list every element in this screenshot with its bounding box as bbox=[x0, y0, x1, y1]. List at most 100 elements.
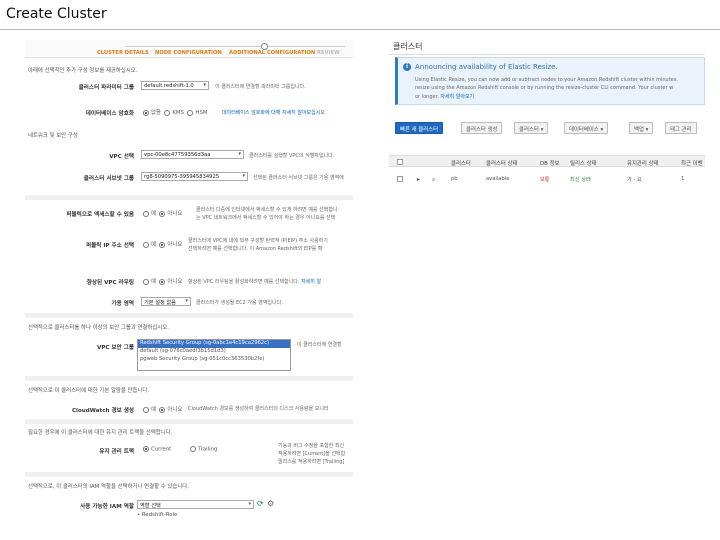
column-cluster[interactable]: 클러스터 bbox=[451, 159, 471, 167]
maintenance-current-radio[interactable] bbox=[143, 446, 149, 452]
cloudwatch-no-label: 아니요 bbox=[167, 407, 183, 413]
chevron-down-icon: ▾ bbox=[248, 501, 251, 507]
iam-intro: 선택적으로, 이 클러스터의 IAM 역할을 선택하거나 연결할 수 있습니다. bbox=[28, 484, 189, 490]
public-ip-help-2: 선택하려면 예를 선택합니다. 이 Amazon Redshift의 EIP를 … bbox=[188, 246, 323, 252]
cluster-menu-button[interactable]: 클러스터 ▾ bbox=[514, 122, 549, 134]
vpc-security-group-label: VPC 보안 그룹 bbox=[96, 345, 134, 351]
section-divider bbox=[25, 195, 353, 200]
enhanced-vpc-yes-radio[interactable] bbox=[143, 278, 149, 285]
maintenance-track-radio-group[interactable]: Current Trailing bbox=[143, 446, 217, 453]
refresh-icon[interactable]: ⟳ bbox=[257, 499, 264, 508]
cloudwatch-no-radio[interactable] bbox=[159, 406, 166, 413]
step-review[interactable]: REVIEW bbox=[317, 50, 340, 56]
select-all-checkbox[interactable] bbox=[397, 159, 403, 165]
step-progress-line bbox=[125, 46, 345, 47]
availability-zone-help: 클러스터가 생성될 EC2 가용 영역입니다. bbox=[196, 300, 283, 306]
param-group-select[interactable]: default.redshift-1.0 ▾ bbox=[141, 81, 209, 90]
iam-roles-label: 사용 가능한 IAM 역할 bbox=[80, 504, 134, 510]
enhanced-vpc-learn-more-link[interactable]: 자세히 알 bbox=[301, 279, 321, 285]
security-group-option[interactable]: default (sg-076c0aedf3b15d1d3) bbox=[138, 348, 290, 356]
public-ip-help-1: 클러스터에 VPC에 내에 외부 구성할 탄력적 IP(EIP) 주소 사용하기 bbox=[188, 238, 328, 244]
publicly-accessible-yes-label: 예 bbox=[151, 211, 156, 217]
encryption-hsm-radio[interactable] bbox=[187, 109, 194, 116]
row-checkbox[interactable] bbox=[397, 176, 403, 182]
encryption-label: 데이터베이스 암호화 bbox=[85, 111, 134, 117]
iam-roles-select[interactable]: 역할 선택 ▾ bbox=[137, 500, 254, 509]
elastic-resize-banner: i Announcing availability of Elastic Res… bbox=[395, 57, 705, 105]
maintenance-help-1: 기능과 버그 수정을 포함한 최신 bbox=[278, 443, 345, 449]
column-db-info[interactable]: DB 정보 bbox=[540, 159, 559, 167]
encryption-none-radio[interactable] bbox=[143, 109, 149, 116]
maintenance-help-3: 릴리스를 적용하려면 [Trailing] bbox=[278, 459, 345, 465]
chevron-down-icon: ▾ bbox=[242, 173, 245, 179]
publicly-accessible-no-radio[interactable] bbox=[159, 210, 166, 217]
vpc-help: 클러스터를 실행할 VPC의 식별자입니다. bbox=[249, 153, 335, 159]
public-ip-no-radio[interactable] bbox=[159, 241, 166, 248]
cluster-menu-label: 클러스터 bbox=[519, 127, 539, 133]
iam-role-item[interactable]: • Redshift-Role bbox=[137, 512, 177, 518]
console-panel: 클러스터 i Announcing availability of Elasti… bbox=[389, 38, 705, 198]
column-maintenance-status[interactable]: 유지관리 상태 bbox=[627, 159, 658, 167]
quick-launch-cluster-button[interactable]: 빠른 새 클러스터 bbox=[395, 122, 444, 134]
step-additional-configuration[interactable]: ADDITIONAL CONFIGURATION bbox=[229, 50, 315, 56]
enhanced-vpc-radio-group[interactable]: 예 아니요 bbox=[143, 277, 182, 285]
cloudwatch-yes-label: 예 bbox=[151, 407, 156, 413]
backup-menu-button[interactable]: 백업 ▾ bbox=[629, 122, 654, 134]
chevron-down-icon: ▾ bbox=[203, 82, 206, 88]
step-node-configuration[interactable]: NODE CONFIGURATION bbox=[155, 50, 222, 56]
enhanced-vpc-no-label: 아니요 bbox=[167, 279, 183, 285]
settings-icon[interactable]: ⚙ bbox=[267, 499, 274, 508]
table-row[interactable]: ▸ ⌕ pb available 보통 최신 상태 가 - 요 1 bbox=[389, 173, 705, 185]
encryption-kms-radio[interactable] bbox=[164, 109, 171, 116]
column-cluster-status[interactable]: 클러스터 상태 bbox=[486, 159, 517, 167]
banner-learn-more-link[interactable]: 자세히 알아보기 bbox=[440, 94, 474, 100]
database-menu-button[interactable]: 데이터베이스 ▾ bbox=[564, 122, 609, 134]
security-group-option[interactable]: Redshift Security Group (sg-0abc1e4c19ca… bbox=[138, 340, 290, 348]
enhanced-vpc-yes-label: 예 bbox=[151, 279, 156, 285]
section-divider bbox=[25, 313, 353, 318]
chevron-down-icon: ▾ bbox=[185, 298, 188, 304]
magnify-icon[interactable]: ⌕ bbox=[432, 176, 435, 184]
vpc-select[interactable]: vpc-00e8c47759356d3aa ▾ bbox=[141, 150, 244, 159]
encryption-hsm-label: HSM bbox=[195, 110, 208, 116]
public-ip-yes-radio[interactable] bbox=[143, 241, 149, 248]
wizard-steps: CLUSTER DETAILS NODE CONFIGURATION ADDIT… bbox=[25, 40, 353, 58]
banner-heading: Announcing availability of Elastic Resiz… bbox=[415, 63, 558, 71]
chevron-down-icon: ▾ bbox=[540, 127, 544, 133]
encryption-help-link[interactable]: 데이터베이스 암호화에 대해 자세히 알아보십시오 bbox=[222, 109, 325, 116]
enhanced-vpc-help-text: 향상된 VPC 라우팅을 활성화하려면 예를 선택합니다. bbox=[188, 279, 300, 285]
publicly-accessible-yes-radio[interactable] bbox=[143, 210, 149, 217]
security-group-option[interactable]: pgweb Security Group (sg-051c0cc363530b2… bbox=[138, 356, 290, 364]
step-cluster-details[interactable]: CLUSTER DETAILS bbox=[97, 50, 149, 56]
expand-row-icon[interactable]: ▸ bbox=[417, 176, 420, 183]
publicly-accessible-help-1: 클러스터 다중에 인터넷에서 액세스할 수 있게 하려면 예를 선택합니 bbox=[196, 207, 338, 213]
cluster-name-link[interactable]: pb bbox=[451, 176, 458, 182]
maintenance-current-label: Current bbox=[151, 446, 172, 453]
column-recent-events[interactable]: 최근 이벤 bbox=[681, 159, 703, 167]
availability-zone-select[interactable]: 기본 설정 없음 ▾ bbox=[141, 297, 191, 306]
create-cluster-button[interactable]: 클러스터 생성 bbox=[461, 122, 503, 134]
availability-zone-label: 가용 영역 bbox=[111, 301, 134, 307]
encryption-radio-group[interactable]: 없음 KMS HSM bbox=[143, 108, 208, 116]
public-ip-radio-group[interactable]: 예 아니요 bbox=[143, 240, 182, 248]
vpc-label: VPC 선택 bbox=[109, 154, 134, 160]
subnet-group-select[interactable]: rg8-5090975-395945834925 ▾ bbox=[141, 172, 248, 181]
vpc-security-group-listbox[interactable]: Redshift Security Group (sg-0abc1e4c19ca… bbox=[137, 339, 291, 371]
cloudwatch-radio-group[interactable]: 예 아니요 bbox=[143, 405, 182, 413]
enhanced-vpc-no-radio[interactable] bbox=[159, 278, 166, 285]
info-icon: i bbox=[403, 63, 411, 71]
manage-tags-button[interactable]: 태그 관리 bbox=[665, 122, 697, 134]
maintenance-help-2: 적용하려면 [Current]을 선택합 bbox=[278, 451, 346, 457]
vpc-value: vpc-00e8c47759356d3aa bbox=[144, 152, 211, 158]
network-heading: 네트워크 및 보안 구성 bbox=[28, 133, 78, 139]
cloudwatch-yes-radio[interactable] bbox=[143, 406, 149, 413]
subnet-group-value: rg8-5090975-395945834925 bbox=[144, 174, 220, 180]
public-ip-yes-label: 예 bbox=[151, 242, 156, 248]
current-step-marker bbox=[261, 43, 268, 50]
banner-line-1: Using Elastic Resize, you can now add or… bbox=[415, 77, 678, 83]
maintenance-intro: 필요한 경우에 이 클러스터에 대한 유지 관리 트랙을 선택합니다. bbox=[28, 430, 173, 436]
column-release-status[interactable]: 릴리스 상태 bbox=[570, 159, 597, 167]
publicly-accessible-radio-group[interactable]: 예 아니요 bbox=[143, 209, 182, 217]
maintenance-trailing-radio[interactable] bbox=[190, 446, 197, 452]
param-group-value: default.redshift-1.0 bbox=[144, 83, 194, 89]
